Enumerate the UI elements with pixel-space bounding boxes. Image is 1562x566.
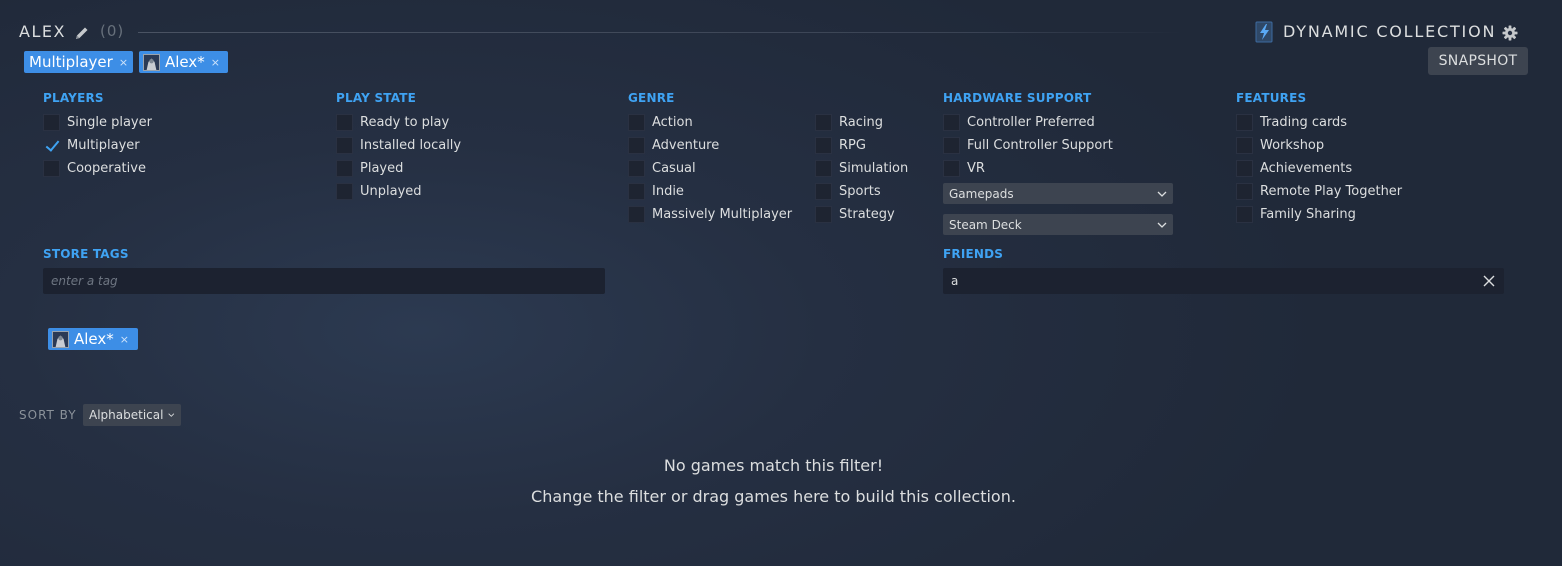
- checkbox[interactable]: [336, 182, 353, 200]
- checkbox-trading-cards[interactable]: Trading cards: [1236, 113, 1402, 131]
- checkmark-icon[interactable]: [43, 137, 60, 154]
- hardware-header: HARDWARE SUPPORT: [943, 91, 1092, 105]
- genre-header: GENRE: [628, 91, 675, 105]
- checkbox[interactable]: [336, 159, 353, 177]
- sort-dropdown[interactable]: Alphabetical: [83, 404, 181, 426]
- tag-input-placeholder: enter a tag: [51, 274, 118, 288]
- hardware-list: Controller Preferred Full Controller Sup…: [943, 113, 1113, 177]
- checkbox[interactable]: [628, 159, 645, 177]
- genre-list-1: Action Adventure Casual Indie Massively …: [628, 113, 792, 223]
- chip-label: Alex*: [165, 53, 205, 71]
- features-list: Trading cards Workshop Achievements Remo…: [1236, 113, 1402, 223]
- checkbox[interactable]: [943, 113, 960, 131]
- checkbox-remote-play-together[interactable]: Remote Play Together: [1236, 182, 1402, 200]
- checkbox[interactable]: [43, 113, 60, 131]
- checkbox-cooperative[interactable]: Cooperative: [43, 159, 152, 177]
- checkbox[interactable]: [336, 113, 353, 131]
- checkbox[interactable]: [43, 159, 60, 177]
- friends-search-input[interactable]: a: [943, 268, 1504, 294]
- checkbox-rpg[interactable]: RPG: [815, 136, 908, 154]
- checkbox-adventure[interactable]: Adventure: [628, 136, 792, 154]
- checkbox-simulation[interactable]: Simulation: [815, 159, 908, 177]
- close-icon[interactable]: ×: [120, 333, 129, 346]
- gear-icon[interactable]: [1501, 24, 1519, 42]
- checkbox-installed-locally[interactable]: Installed locally: [336, 136, 461, 154]
- players-list: Single player Multiplayer Cooperative: [43, 113, 152, 177]
- chip-label: Multiplayer: [29, 53, 113, 71]
- pencil-icon[interactable]: [74, 25, 90, 41]
- checkbox-workshop[interactable]: Workshop: [1236, 136, 1402, 154]
- checkbox-controller-preferred[interactable]: Controller Preferred: [943, 113, 1113, 131]
- checkbox-full-controller-support[interactable]: Full Controller Support: [943, 136, 1113, 154]
- checkbox[interactable]: [1236, 136, 1253, 154]
- friend-chip[interactable]: Alex* ×: [48, 328, 138, 350]
- lightning-icon: [1255, 21, 1275, 43]
- checkbox-action[interactable]: Action: [628, 113, 792, 131]
- chevron-down-icon: [1157, 222, 1167, 228]
- tag-input[interactable]: enter a tag: [43, 268, 605, 294]
- checkbox[interactable]: [1236, 205, 1253, 223]
- checkbox-massively-multiplayer[interactable]: Massively Multiplayer: [628, 205, 792, 223]
- friends-header: FRIENDS: [943, 247, 1004, 261]
- checkbox-sports[interactable]: Sports: [815, 182, 908, 200]
- players-header: PLAYERS: [43, 91, 104, 105]
- dynamic-collection-label: DYNAMIC COLLECTION: [1283, 22, 1497, 41]
- checkbox[interactable]: [628, 113, 645, 131]
- checkbox[interactable]: [628, 182, 645, 200]
- checkbox[interactable]: [815, 136, 832, 154]
- chip-label: Alex*: [74, 330, 114, 348]
- avatar: [143, 53, 160, 71]
- checkbox-casual[interactable]: Casual: [628, 159, 792, 177]
- checkbox[interactable]: [815, 113, 832, 131]
- checkbox[interactable]: [628, 205, 645, 223]
- checkbox[interactable]: [943, 136, 960, 154]
- checkbox-strategy[interactable]: Strategy: [815, 205, 908, 223]
- checkbox-played[interactable]: Played: [336, 159, 461, 177]
- filter-chip-friend[interactable]: Alex* ×: [139, 51, 228, 73]
- collection-title: ALEX: [19, 22, 66, 41]
- checkbox-unplayed[interactable]: Unplayed: [336, 182, 461, 200]
- checkbox-racing[interactable]: Racing: [815, 113, 908, 131]
- checkbox-vr[interactable]: VR: [943, 159, 1113, 177]
- chevron-down-icon: [168, 413, 175, 417]
- checkbox[interactable]: [1236, 113, 1253, 131]
- game-count: (0): [100, 22, 125, 40]
- play-state-list: Ready to play Installed locally Played U…: [336, 113, 461, 200]
- checkbox-single-player[interactable]: Single player: [43, 113, 152, 131]
- checkbox[interactable]: [628, 136, 645, 154]
- sort-label: SORT BY: [19, 408, 77, 422]
- snapshot-button[interactable]: SNAPSHOT: [1428, 47, 1528, 75]
- steam-deck-dropdown[interactable]: Steam Deck: [943, 214, 1173, 235]
- genre-list-2: Racing RPG Simulation Sports Strategy: [815, 113, 908, 223]
- checkbox[interactable]: [815, 182, 832, 200]
- header-divider: [138, 32, 1182, 33]
- filter-chip-multiplayer[interactable]: Multiplayer ×: [24, 51, 133, 73]
- empty-state-title: No games match this filter!: [663, 456, 884, 475]
- checkbox-ready-to-play[interactable]: Ready to play: [336, 113, 461, 131]
- checkbox[interactable]: [815, 205, 832, 223]
- store-tags-header: STORE TAGS: [43, 247, 129, 261]
- checkbox-indie[interactable]: Indie: [628, 182, 792, 200]
- play-state-header: PLAY STATE: [336, 91, 417, 105]
- features-header: FEATURES: [1236, 91, 1307, 105]
- friends-input-value: a: [951, 274, 959, 288]
- empty-state-hint: Change the filter or drag games here to …: [531, 487, 1016, 506]
- chevron-down-icon: [1157, 191, 1167, 197]
- checkbox[interactable]: [1236, 182, 1253, 200]
- close-icon[interactable]: [1482, 274, 1496, 288]
- checkbox-family-sharing[interactable]: Family Sharing: [1236, 205, 1402, 223]
- checkbox-achievements[interactable]: Achievements: [1236, 159, 1402, 177]
- checkbox[interactable]: [336, 136, 353, 154]
- checkbox-multiplayer[interactable]: Multiplayer: [43, 136, 152, 154]
- close-icon[interactable]: ×: [119, 56, 128, 69]
- checkbox[interactable]: [1236, 159, 1253, 177]
- close-icon[interactable]: ×: [211, 56, 220, 69]
- checkbox[interactable]: [943, 159, 960, 177]
- checkbox[interactable]: [815, 159, 832, 177]
- gamepads-dropdown[interactable]: Gamepads: [943, 183, 1173, 204]
- avatar: [52, 330, 69, 348]
